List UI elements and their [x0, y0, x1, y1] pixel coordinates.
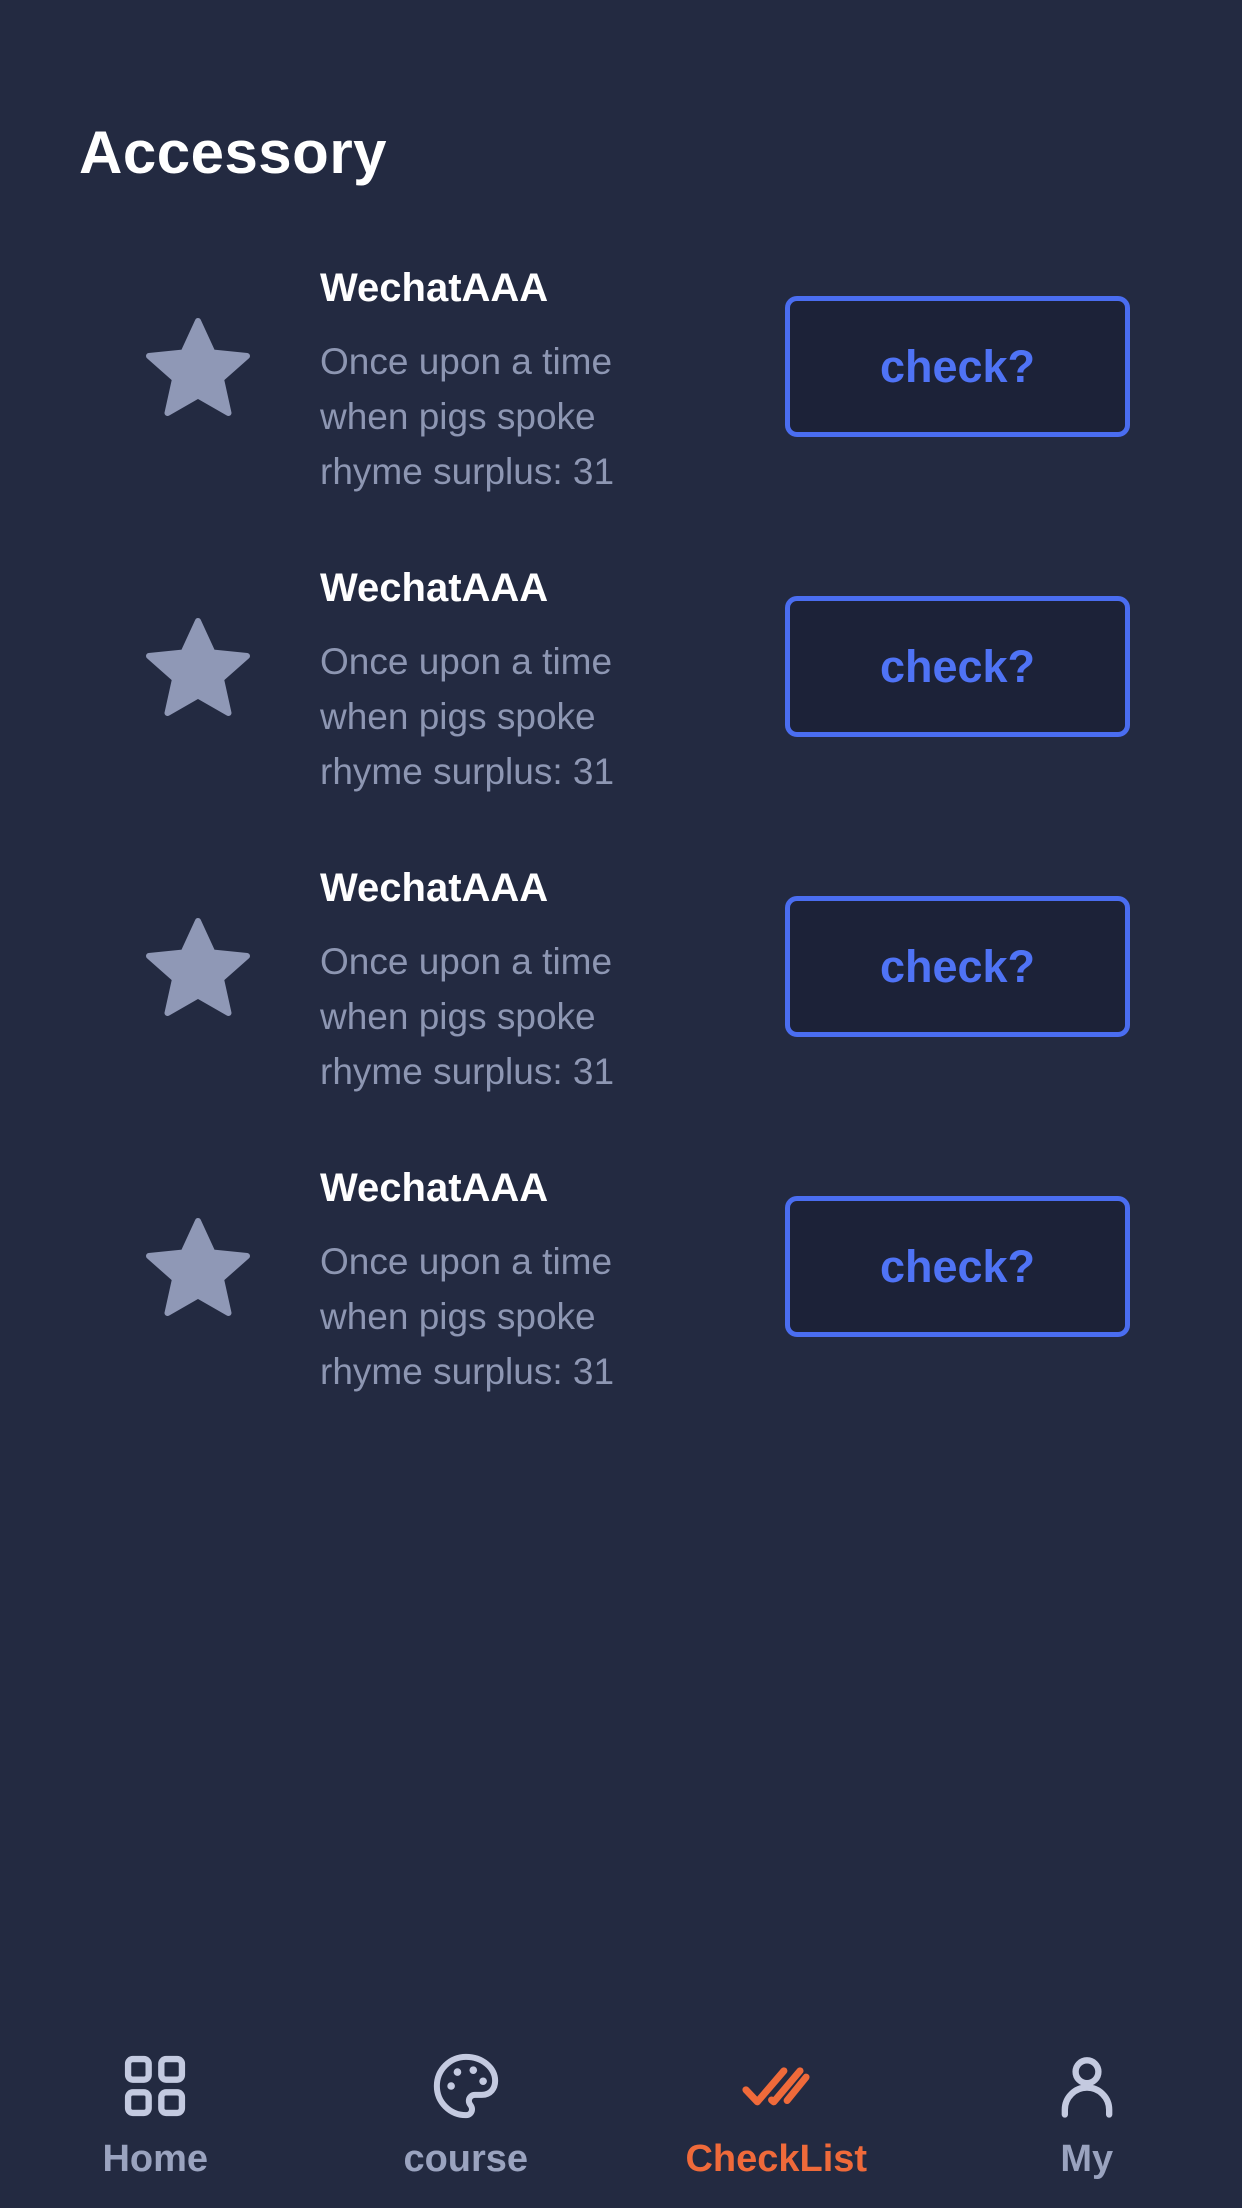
- accessory-list: WechatAAA Once upon a time when pigs spo…: [0, 258, 1242, 1458]
- grid-icon: [125, 2055, 186, 2117]
- item-description: Once upon a time when pigs spoke rhyme s…: [320, 934, 660, 1099]
- check-button[interactable]: check?: [785, 596, 1130, 737]
- bottom-tab-bar: Home course CheckList My: [0, 2020, 1242, 2208]
- person-icon: [1061, 2057, 1113, 2118]
- check-button-label: check?: [879, 940, 1036, 992]
- check-button[interactable]: check?: [785, 1196, 1130, 1337]
- star-icon: [146, 918, 250, 1016]
- list-item: WechatAAA Once upon a time when pigs spo…: [0, 558, 1242, 858]
- item-title: WechatAAA: [320, 566, 549, 610]
- palette-icon: [433, 2053, 498, 2119]
- check-button-label: check?: [879, 640, 1036, 692]
- item-description: Once upon a time when pigs spoke rhyme s…: [320, 334, 660, 499]
- check-button-label: check?: [879, 340, 1036, 392]
- item-description: Once upon a time when pigs spoke rhyme s…: [320, 634, 660, 799]
- page-title: Accessory: [79, 119, 388, 186]
- description-line: when pigs spoke: [320, 696, 596, 737]
- description-line: when pigs spoke: [320, 1296, 596, 1337]
- description-line: Once upon a time: [320, 941, 613, 982]
- description-line: when pigs spoke: [320, 396, 596, 437]
- tab-home[interactable]: Home: [0, 2020, 311, 2208]
- description-line: when pigs spoke: [320, 996, 596, 1037]
- accessory-screen: Accessory WechatAAA Once upon a time whe…: [0, 0, 1242, 2208]
- star-icon: [146, 318, 250, 416]
- check-button[interactable]: check?: [785, 896, 1130, 1037]
- description-line: Once upon a time: [320, 641, 613, 682]
- tab-label: Home: [102, 2138, 209, 2180]
- double-check-icon: [742, 2067, 810, 2106]
- description-line: rhyme surplus: 31: [320, 451, 615, 492]
- check-button[interactable]: check?: [785, 296, 1130, 437]
- description-line: Once upon a time: [320, 341, 613, 382]
- tab-label: CheckList: [685, 2138, 868, 2180]
- item-title: WechatAAA: [320, 266, 549, 310]
- tab-checklist[interactable]: CheckList: [621, 2020, 932, 2208]
- tab-my[interactable]: My: [932, 2020, 1242, 2208]
- description-line: Once upon a time: [320, 1241, 613, 1282]
- list-item: WechatAAA Once upon a time when pigs spo…: [0, 1158, 1242, 1458]
- item-description: Once upon a time when pigs spoke rhyme s…: [320, 1234, 660, 1399]
- description-line: rhyme surplus: 31: [320, 1051, 615, 1092]
- description-line: rhyme surplus: 31: [320, 751, 615, 792]
- description-line: rhyme surplus: 31: [320, 1351, 615, 1392]
- item-title: WechatAAA: [320, 1166, 549, 1210]
- list-item: WechatAAA Once upon a time when pigs spo…: [0, 858, 1242, 1158]
- star-icon: [146, 618, 250, 716]
- star-icon: [146, 1218, 250, 1316]
- tab-course[interactable]: course: [311, 2020, 622, 2208]
- tab-label: course: [403, 2138, 529, 2180]
- check-button-label: check?: [879, 1240, 1036, 1292]
- tab-label: My: [1060, 2138, 1114, 2180]
- item-title: WechatAAA: [320, 866, 549, 910]
- list-item: WechatAAA Once upon a time when pigs spo…: [0, 258, 1242, 558]
